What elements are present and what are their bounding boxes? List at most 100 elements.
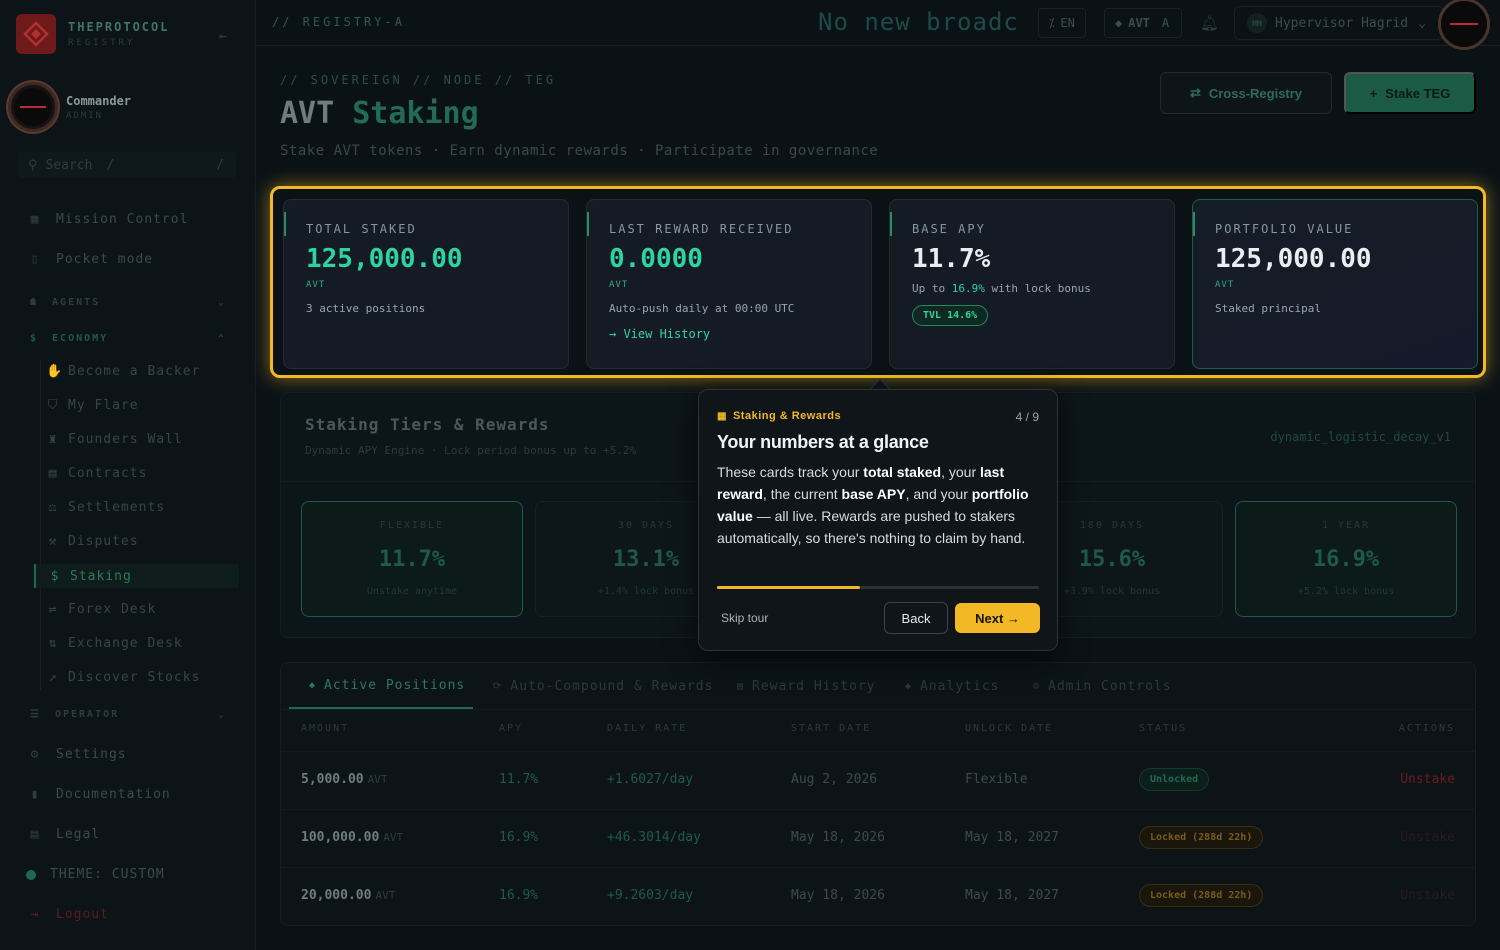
card-label: LAST REWARD RECEIVED (609, 222, 794, 236)
avatar (8, 82, 58, 132)
book-icon: ▮ (30, 787, 40, 802)
server-icon: ☰ (30, 709, 41, 720)
nav-section-agents[interactable]: ☗ AGENTS ⌄ (30, 297, 226, 308)
card-label: TOTAL STAKED (306, 222, 417, 236)
tour-body-text: , the current (762, 486, 842, 502)
tier-1-year[interactable]: 1 YEAR 16.9% +5.2% lock bonus (1235, 501, 1457, 617)
tab-admin-controls[interactable]: ⚙ Admin Controls (1033, 663, 1172, 709)
nav-label: Documentation (56, 787, 171, 802)
cross-registry-label: Cross-Registry (1208, 85, 1303, 101)
gavel-icon: ⚒ (48, 534, 58, 549)
nav-contracts[interactable]: ▤ Contracts (46, 466, 147, 481)
nav-section-economy[interactable]: $ ECONOMY ⌃ (30, 333, 226, 344)
nav-exchange-desk[interactable]: ⇅ Exchange Desk (46, 636, 183, 651)
chevron-down-icon: ⌄ (217, 297, 226, 308)
gear-icon: ⚙ (1033, 680, 1041, 692)
grid-icon: ▦ (30, 212, 40, 227)
table-row: 20,000.00 AVT 16.9% +9.2603/day May 18, 2… (281, 867, 1475, 925)
user-menu[interactable]: HH Hypervisor Hagrid ⌄ (1234, 6, 1444, 40)
tab-active-positions[interactable]: ◆ Active Positions (289, 663, 473, 709)
search-input[interactable]: ⚲ Search / / (18, 152, 236, 178)
apy-note-max: 16.9% (951, 282, 985, 295)
tier-flexible[interactable]: FLEXIBLE 11.7% Unstake anytime (301, 501, 523, 617)
nav-forex-desk[interactable]: ⇌ Forex Desk (46, 602, 156, 617)
card-note: 3 active positions (306, 302, 426, 315)
back-button[interactable]: Back (884, 602, 948, 634)
skip-tour-button[interactable]: Skip tour (721, 611, 768, 625)
nav-disputes[interactable]: ⚒ Disputes (46, 534, 139, 549)
apy-note-pre: Up to (912, 282, 946, 295)
tour-kicker-label: Staking & Rewards (732, 410, 842, 422)
nav-settings[interactable]: ⚙ Settings (28, 747, 127, 762)
dollar-icon: $ (50, 568, 60, 584)
section-label: OPERATOR (54, 709, 120, 720)
unstake-button[interactable]: Unstake (1400, 772, 1455, 787)
nav-discover-stocks[interactable]: ↗ Discover Stocks (46, 670, 200, 685)
nav-settlements[interactable]: ⚖ Settlements (46, 500, 165, 515)
theme-label: THEME: CUSTOM (50, 867, 165, 882)
unstake-button[interactable]: Unstake (1400, 830, 1455, 845)
token-selector[interactable]: ◆ AVT A (1104, 8, 1182, 38)
nav-logout[interactable]: ⇥ Logout (28, 907, 109, 922)
page-title-accent: Staking (352, 96, 479, 131)
brand[interactable]: THEPROTOCOL REGISTRY (16, 14, 169, 54)
tier-label: FLEXIBLE (379, 520, 445, 531)
nav-pocket-mode[interactable]: ▯ Pocket mode (28, 252, 153, 267)
column-header-apy: APY (499, 723, 524, 734)
tour-progress-bar (717, 586, 1039, 589)
amount-unit: AVT (367, 773, 388, 786)
tiers-title: Staking Tiers & Rewards (305, 415, 550, 434)
trophy-icon: ♜ (48, 432, 58, 447)
document-icon: ▤ (48, 466, 58, 481)
section-label: ECONOMY (52, 333, 109, 344)
next-button[interactable]: Next → (955, 603, 1040, 633)
nav-my-flare[interactable]: ⛉ My Flare (46, 398, 139, 413)
portfolio-value-card: PORTFOLIO VALUE 125,000.00 AVT Staked pr… (1192, 199, 1478, 369)
theme-toggle[interactable]: THEME: CUSTOM (26, 867, 165, 882)
bell-icon[interactable]: 🔔︎ (1200, 14, 1219, 32)
view-history-link[interactable]: → View History (609, 327, 849, 341)
chevron-up-icon: ⌃ (217, 333, 226, 344)
tab-analytics[interactable]: ◆ Analytics (905, 663, 999, 709)
nav-label: Discover Stocks (68, 670, 201, 685)
nav-section-operator[interactable]: ☰ OPERATOR ⌄ (30, 709, 226, 720)
token-suffix: A (1161, 16, 1170, 30)
amount-value: 20,000.00 (301, 888, 372, 903)
legal-icon: ▤ (30, 827, 40, 842)
profile[interactable]: Commander ADMIN (8, 82, 131, 132)
agents-icon: ☗ (30, 297, 39, 308)
position-daily-rate: +1.6027/day (607, 772, 694, 787)
nav-staking[interactable]: $ Staking (34, 564, 239, 588)
position-amount: 5,000.00 AVT (301, 772, 388, 787)
column-header-actions: ACTIONS (1398, 723, 1455, 734)
language-selector[interactable]: ⁒ EN (1038, 8, 1086, 38)
tab-label: Auto-Compound & Rewards (510, 678, 714, 694)
position-apy: 16.9% (499, 888, 539, 903)
position-start-date: May 18, 2026 (791, 830, 885, 845)
diamond-icon: ◆ (309, 679, 317, 691)
positions-panel: ◆ Active Positions ⟳ Auto-Compound & Rewar… (280, 662, 1476, 926)
nav-become-backer[interactable]: ✋ Become a Backer (46, 364, 200, 379)
card-value: 125,000.00 (1215, 244, 1372, 274)
theme-dot-icon (26, 869, 36, 880)
card-unit: AVT (306, 280, 326, 290)
nav-documentation[interactable]: ▮ Documentation (28, 787, 171, 802)
tab-reward-history[interactable]: ▤ Reward History (737, 663, 876, 709)
dollar-icon: $ (30, 333, 39, 344)
card-value: 11.7% (912, 244, 991, 274)
collapse-sidebar-icon[interactable]: ⇤ (219, 29, 227, 44)
stake-teg-button[interactable]: + Stake TEG (1344, 72, 1476, 114)
nav-founders-wall[interactable]: ♜ Founders Wall (46, 432, 183, 447)
unstake-button[interactable]: Unstake (1400, 888, 1455, 903)
cross-registry-button[interactable]: ⇄ Cross-Registry (1160, 72, 1332, 114)
apy-note-post: with lock bonus (991, 282, 1091, 295)
nav-mission-control[interactable]: ▦ Mission Control (28, 212, 188, 227)
tab-auto-compound[interactable]: ⟳ Auto-Compound & Rewards (493, 663, 713, 709)
nav-label: Become a Backer (68, 364, 201, 379)
position-unlock-date: May 18, 2027 (965, 888, 1059, 903)
logout-icon: ⇥ (30, 907, 40, 922)
nav-legal[interactable]: ▤ Legal (28, 827, 100, 842)
avatar[interactable] (1438, 0, 1490, 50)
gear-icon: ⚙ (30, 747, 40, 762)
diamond-icon: ◆ (1115, 16, 1123, 30)
